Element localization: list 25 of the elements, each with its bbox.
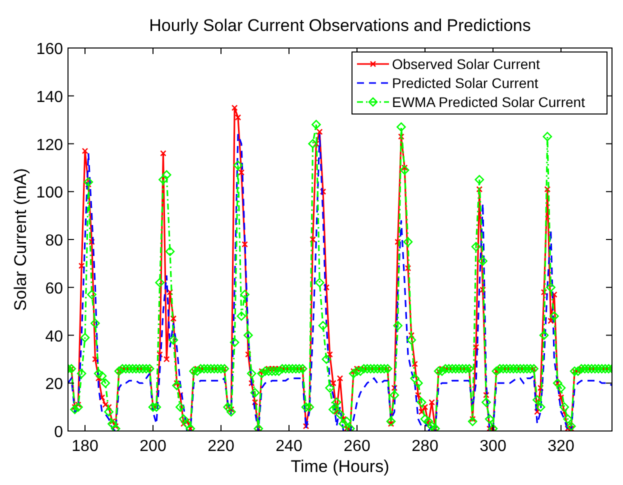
y-tick-label: 140 [36,88,63,106]
x-tick-label: 220 [208,438,234,455]
y-tick-label: 160 [36,41,63,58]
x-tick-label: 200 [140,438,166,455]
y-tick-label: 20 [45,376,63,394]
legend-swatch-icon [357,60,389,68]
x-tick-label: 300 [480,438,506,455]
legend-label: Observed Solar Current [392,56,540,72]
legend-label: Predicted Solar Current [392,75,538,91]
x-tick-label: 280 [412,438,438,455]
legend-label: EWMA Predicted Solar Current [392,94,585,110]
chart-title: Hourly Solar Current Observations and Predictions [149,16,531,35]
x-tick-label: 320 [548,438,574,455]
x-tick-label: 240 [276,438,302,455]
y-tick-label: 120 [36,136,63,154]
x-tick-label: 260 [344,438,370,455]
y-tick-label: 60 [45,280,63,298]
x-tick-label: 180 [72,438,98,455]
x-axis-label: Time (Hours) [290,457,390,476]
y-tick-label: 100 [36,184,63,202]
y-axis-label: Solar Current (mA) [11,168,30,311]
legend-swatch-icon [357,97,389,107]
y-tick-label: 80 [45,232,63,250]
y-tick-label: 0 [54,424,63,441]
y-tick-label: 40 [45,328,63,346]
